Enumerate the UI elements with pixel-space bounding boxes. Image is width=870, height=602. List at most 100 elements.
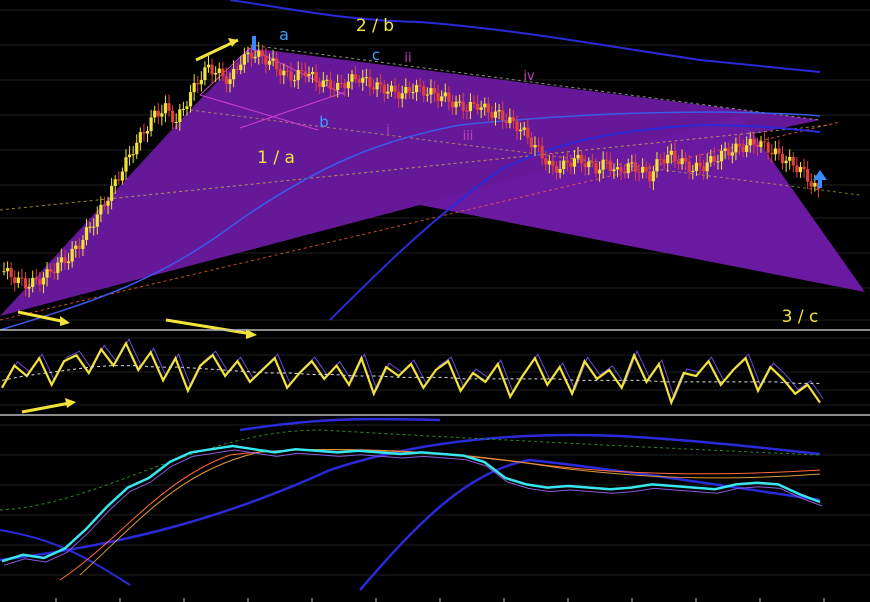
candle-body-165 <box>594 163 598 174</box>
candle-body-29 <box>106 200 110 206</box>
candle-body-21 <box>77 245 81 249</box>
candle-body-48 <box>174 122 178 124</box>
candle-body-213 <box>766 142 770 153</box>
candle-body-30 <box>110 185 114 201</box>
candle-body-95 <box>343 83 347 89</box>
candle-body-154 <box>554 165 559 173</box>
candle-body-55 <box>199 79 203 85</box>
candle-body-105 <box>379 82 383 85</box>
chart-canvas: a2 / bc iiivb i iii1 / a3 / c <box>0 0 870 602</box>
candle-body-100 <box>361 77 365 83</box>
candle-body-139 <box>501 110 505 121</box>
candle-body-83 <box>300 70 304 72</box>
candle-body-53 <box>192 83 196 93</box>
candle-body-130 <box>468 102 473 112</box>
candle-body-15 <box>56 262 60 274</box>
wave-label-9: 3 / c <box>782 307 819 327</box>
candle-body-204 <box>734 143 738 153</box>
candle-body-206 <box>741 146 745 152</box>
candle-body-18 <box>66 261 71 264</box>
candle-body-159 <box>572 158 577 167</box>
candle-body-224 <box>806 169 810 182</box>
candle-body-64 <box>232 69 236 80</box>
wave-label-0: a <box>279 25 289 44</box>
candle-body-81 <box>293 80 297 82</box>
candle-body-1 <box>5 268 10 272</box>
candle-body-145 <box>522 127 526 130</box>
candle-body-123 <box>443 92 447 97</box>
candle-body-45 <box>163 103 168 114</box>
candle-body-63 <box>228 79 232 84</box>
candle-body-167 <box>601 159 605 170</box>
candle-body-101 <box>364 77 368 79</box>
candle-body-91 <box>328 79 333 90</box>
candle-body-217 <box>780 153 785 164</box>
candle-body-195 <box>702 166 706 172</box>
candle-body-181 <box>651 171 655 182</box>
candle-body-160 <box>576 154 580 159</box>
candle-body-112 <box>404 86 408 94</box>
candle-body-36 <box>131 154 135 156</box>
candle-body-5 <box>20 277 24 279</box>
candle-body-192 <box>691 170 695 172</box>
candle-body-161 <box>580 154 584 164</box>
candle-body-147 <box>529 137 533 148</box>
candle-body-212 <box>762 141 767 143</box>
candle-body-119 <box>429 88 433 95</box>
candle-body-79 <box>285 70 290 72</box>
candle-body-25 <box>92 226 96 228</box>
candle-body-152 <box>547 160 551 165</box>
candle-body-8 <box>31 277 35 288</box>
candle-body-27 <box>99 204 103 215</box>
candle-body-31 <box>113 179 117 186</box>
candle-body-208 <box>748 138 752 146</box>
candle-body-70 <box>253 56 257 59</box>
candle-body-10 <box>38 279 42 285</box>
candle-body-129 <box>465 110 469 112</box>
candle-body-189 <box>680 158 684 165</box>
candle-body-33 <box>120 171 124 181</box>
candle-body-93 <box>336 82 340 90</box>
candle-body-6 <box>23 278 28 289</box>
candle-body-54 <box>196 83 200 85</box>
candle-body-220 <box>791 156 795 166</box>
candle-body-164 <box>590 161 594 164</box>
candle-body-26 <box>95 214 99 227</box>
candle-body-4 <box>16 277 20 284</box>
candle-body-187 <box>673 150 677 161</box>
candle-body-151 <box>544 158 548 165</box>
candle-body-137 <box>493 111 498 118</box>
candle-body-62 <box>224 76 229 84</box>
candle-body-118 <box>425 94 429 96</box>
candle-body-88 <box>318 82 322 87</box>
candle-body-225 <box>809 181 813 187</box>
candle-body-60 <box>217 68 221 73</box>
candle-body-47 <box>171 110 175 123</box>
candle-body-148 <box>533 145 537 148</box>
candle-body-166 <box>597 169 602 174</box>
candle-body-9 <box>34 277 38 280</box>
candle-body-49 <box>178 109 182 123</box>
candle-body-202 <box>727 148 731 156</box>
candle-body-162 <box>583 163 587 168</box>
candle-body-196 <box>705 162 709 172</box>
candle-body-98 <box>353 74 358 80</box>
candle-body-90 <box>325 79 329 81</box>
candle-body-46 <box>167 103 171 111</box>
candle-body-97 <box>350 74 354 82</box>
candle-body-149 <box>536 145 541 147</box>
candle-body-200 <box>719 150 724 162</box>
candle-body-184 <box>662 159 666 164</box>
candle-body-173 <box>623 171 627 174</box>
candle-body-84 <box>303 71 307 76</box>
candle-body-134 <box>483 103 487 108</box>
candle-body-77 <box>278 69 282 76</box>
candle-body-65 <box>235 69 239 71</box>
candle-body-114 <box>411 92 415 94</box>
candle-body-66 <box>239 64 243 71</box>
candle-body-39 <box>142 132 146 134</box>
wave-label-5: b <box>319 113 329 131</box>
candle-body-104 <box>375 82 379 90</box>
candle-body-89 <box>321 80 325 87</box>
wave-label-3: ii <box>404 51 411 66</box>
